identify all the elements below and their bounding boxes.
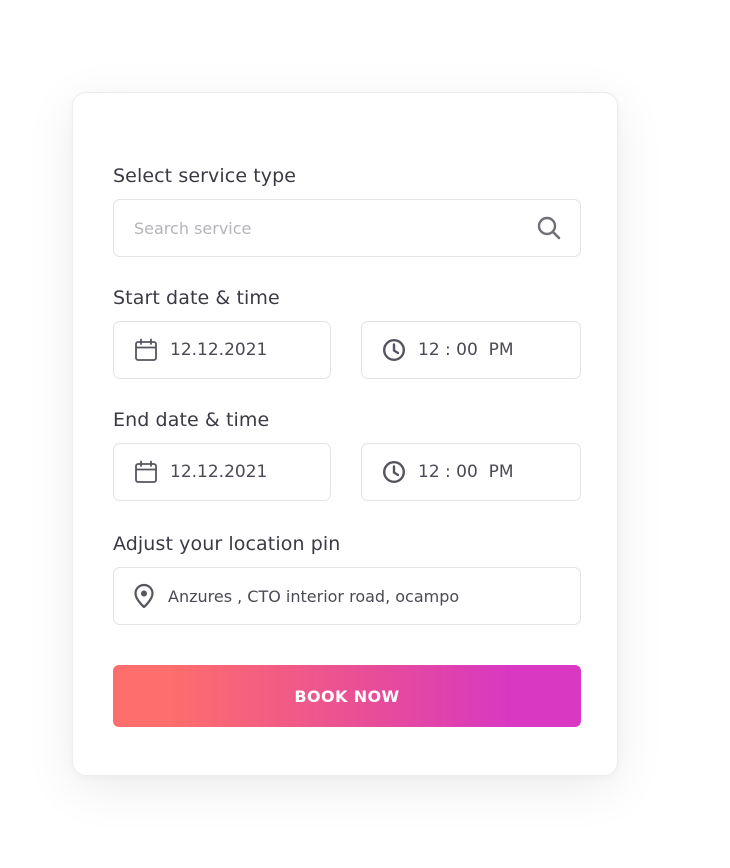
location-label: Adjust your location pin [113, 533, 341, 555]
end-date-time-label: End date & time [113, 409, 270, 431]
booking-card: Select service type Start date & time 12… [72, 92, 618, 776]
location-field[interactable]: Anzures , CTO interior road, ocampo [113, 567, 581, 625]
start-time-value: 12 : 00 PM [418, 340, 514, 360]
location-pin-icon [132, 583, 156, 609]
end-date-field[interactable]: 12.12.2021 [113, 443, 331, 501]
end-date-value: 12.12.2021 [170, 462, 268, 482]
location-value: Anzures , CTO interior road, ocampo [168, 586, 460, 606]
end-time-value: 12 : 00 PM [418, 462, 514, 482]
service-type-label: Select service type [113, 165, 297, 187]
start-date-value: 12.12.2021 [170, 340, 268, 360]
start-date-field[interactable]: 12.12.2021 [113, 321, 331, 379]
calendar-icon [134, 338, 158, 362]
service-search-field[interactable] [113, 199, 581, 257]
clock-icon [382, 460, 406, 484]
start-time-field[interactable]: 12 : 00 PM [361, 321, 581, 379]
service-search-input[interactable] [134, 218, 536, 238]
book-now-button[interactable]: BOOK NOW [113, 665, 581, 727]
start-date-time-label: Start date & time [113, 287, 280, 309]
calendar-icon [134, 460, 158, 484]
clock-icon [382, 338, 406, 362]
end-time-field[interactable]: 12 : 00 PM [361, 443, 581, 501]
search-icon[interactable] [536, 215, 561, 241]
